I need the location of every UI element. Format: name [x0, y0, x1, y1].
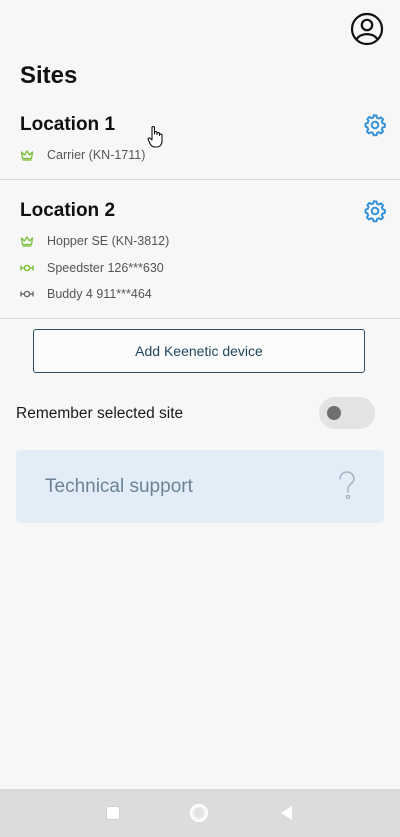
gear-icon: [364, 200, 386, 223]
site-card-location-1[interactable]: Location 1 Carrier (KN-1711): [0, 108, 400, 180]
device-label: Speedster 126***630: [47, 261, 164, 275]
circle-icon: [190, 804, 208, 822]
device-label: Hopper SE (KN-3812): [47, 234, 170, 248]
node-link-icon: [20, 261, 34, 275]
site-card-location-2[interactable]: Location 2 Hopper SE (KN-3812) Speedster…: [0, 194, 400, 319]
site-settings-button[interactable]: [363, 113, 387, 137]
site-settings-button[interactable]: [363, 199, 387, 223]
add-device-button[interactable]: Add Keenetic device: [33, 329, 365, 373]
user-circle-icon: [350, 12, 384, 46]
square-icon: [106, 806, 120, 820]
site-name: Location 1: [20, 114, 116, 135]
device-row[interactable]: Buddy 4 911***464: [20, 284, 152, 304]
divider: [0, 179, 400, 180]
profile-button[interactable]: [349, 11, 385, 47]
support-label: Technical support: [45, 476, 193, 497]
device-label: Carrier (KN-1711): [47, 148, 146, 162]
node-link-icon: [20, 287, 34, 301]
hand-cursor-icon: [147, 126, 163, 148]
toggle-knob: [327, 406, 341, 420]
crown-icon: [20, 234, 34, 248]
gear-icon: [364, 114, 386, 137]
device-row[interactable]: Speedster 126***630: [20, 258, 164, 278]
recent-apps-button[interactable]: [103, 803, 123, 823]
remember-site-label: Remember selected site: [16, 405, 184, 422]
question-icon: [339, 471, 355, 500]
device-row[interactable]: Hopper SE (KN-3812): [20, 231, 169, 251]
back-button[interactable]: [277, 803, 297, 823]
site-name: Location 2: [20, 200, 116, 221]
page-title: Sites: [20, 62, 78, 89]
system-nav-bar: [0, 789, 400, 837]
technical-support-card[interactable]: Technical support: [16, 450, 384, 523]
device-row[interactable]: Carrier (KN-1711): [20, 145, 145, 165]
remember-site-toggle[interactable]: [319, 397, 375, 429]
home-button[interactable]: [189, 803, 209, 823]
back-triangle-icon: [281, 806, 292, 820]
crown-icon: [20, 148, 34, 162]
device-label: Buddy 4 911***464: [47, 287, 152, 301]
